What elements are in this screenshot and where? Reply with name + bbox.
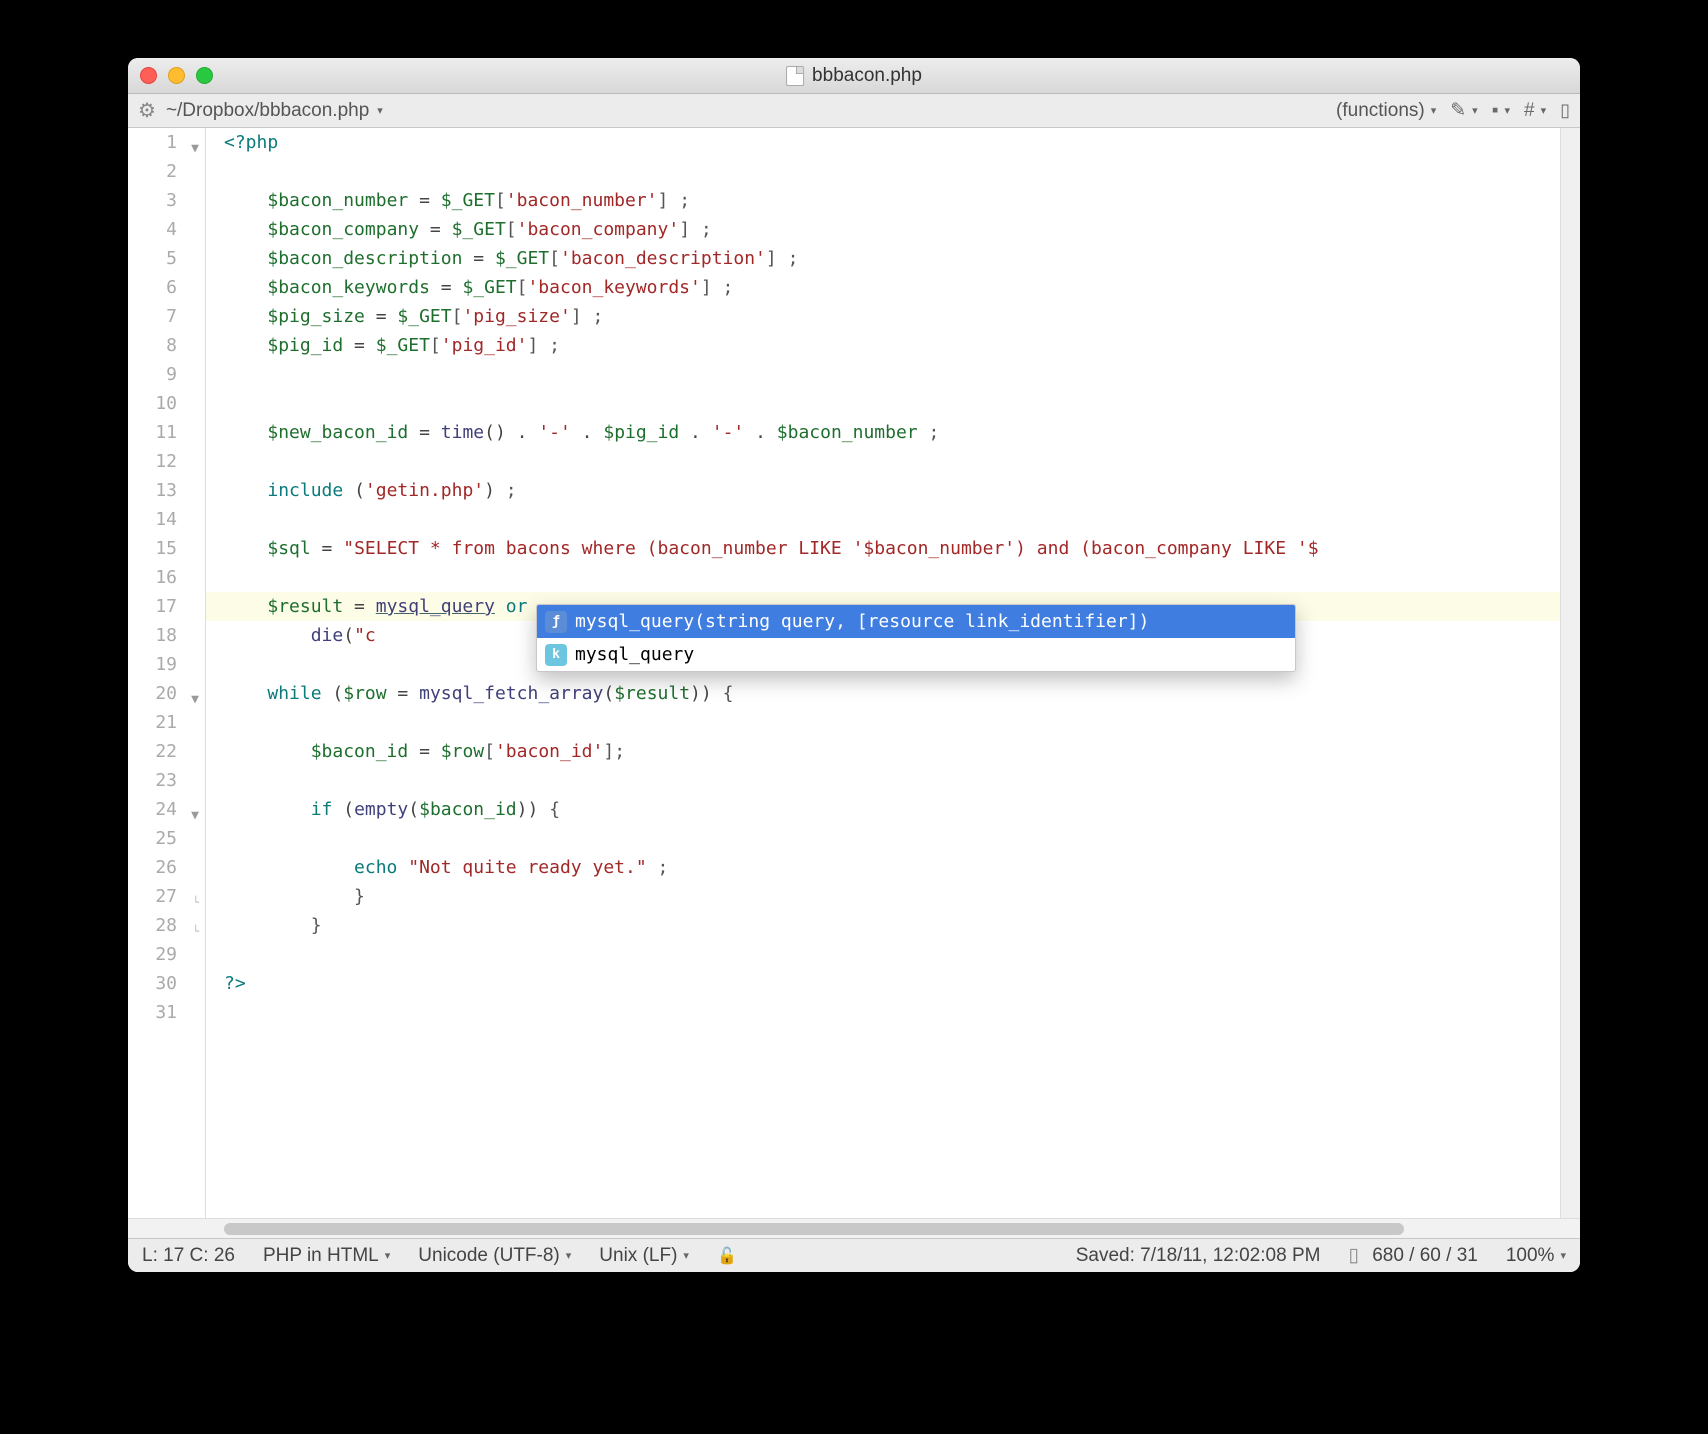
function-badge-icon: ƒ <box>545 611 567 633</box>
titlebar: bbbacon.php <box>128 58 1580 94</box>
functions-menu[interactable]: (functions) ▾ <box>1336 100 1436 122</box>
line-number-gutter[interactable]: 1▼ 2 3 4 5 6 7 8 9 10 11 12 13 14 15 16 … <box>128 128 206 1218</box>
traffic-lights <box>140 67 213 84</box>
chevron-down-icon: ▾ <box>1431 104 1437 117</box>
file-path[interactable]: ~/Dropbox/bbbacon.php ▾ <box>166 100 383 122</box>
editor-window: bbbacon.php ⚙ ~/Dropbox/bbbacon.php ▾ (f… <box>128 58 1580 1272</box>
document-stats[interactable]: ▯ 680 / 60 / 31 <box>1348 1244 1477 1267</box>
zoom-menu[interactable]: 100%▾ <box>1506 1245 1566 1267</box>
autocomplete-item[interactable]: ƒ mysql_query(string query, [resource li… <box>537 605 1295 638</box>
title-text: bbbacon.php <box>812 65 922 87</box>
language-menu[interactable]: PHP in HTML▾ <box>263 1245 390 1267</box>
counterpart-menu[interactable]: ▪▾ <box>1492 100 1510 122</box>
toolbar: ⚙ ~/Dropbox/bbbacon.php ▾ (functions) ▾ … <box>128 94 1580 128</box>
autocomplete-item[interactable]: k mysql_query <box>537 638 1295 671</box>
status-bar: L: 17 C: 26 PHP in HTML▾ Unicode (UTF-8)… <box>128 1238 1580 1272</box>
chevron-down-icon: ▾ <box>377 104 383 117</box>
minimize-button[interactable] <box>168 67 185 84</box>
unlock-icon[interactable]: 🔓 <box>717 1246 737 1266</box>
keyword-badge-icon: k <box>545 644 567 666</box>
autocomplete-popup: ƒ mysql_query(string query, [resource li… <box>536 604 1296 672</box>
vertical-scrollbar[interactable] <box>1560 128 1580 1218</box>
gear-icon[interactable]: ⚙ <box>138 98 156 123</box>
horizontal-scrollbar[interactable] <box>128 1218 1580 1238</box>
scrollbar-thumb[interactable] <box>224 1223 1404 1235</box>
window-title: bbbacon.php <box>786 65 922 87</box>
saved-status: Saved: 7/18/11, 12:02:08 PM <box>1076 1245 1321 1267</box>
cursor-position[interactable]: L: 17 C: 26 <box>142 1245 235 1267</box>
file-icon <box>786 66 804 86</box>
zoom-button[interactable] <box>196 67 213 84</box>
document-icon: ▯ <box>1348 1244 1358 1267</box>
line-ending-menu[interactable]: Unix (LF)▾ <box>599 1245 689 1267</box>
code-editor[interactable]: <?php $bacon_number = $_GET['bacon_numbe… <box>206 128 1560 1218</box>
encoding-menu[interactable]: Unicode (UTF-8)▾ <box>418 1245 571 1267</box>
marker-menu[interactable]: ✎▾ <box>1450 99 1477 122</box>
editor-area: 1▼ 2 3 4 5 6 7 8 9 10 11 12 13 14 15 16 … <box>128 128 1580 1218</box>
includes-menu[interactable]: #▾ <box>1524 100 1546 122</box>
document-icon[interactable]: ▯ <box>1560 100 1570 121</box>
close-button[interactable] <box>140 67 157 84</box>
